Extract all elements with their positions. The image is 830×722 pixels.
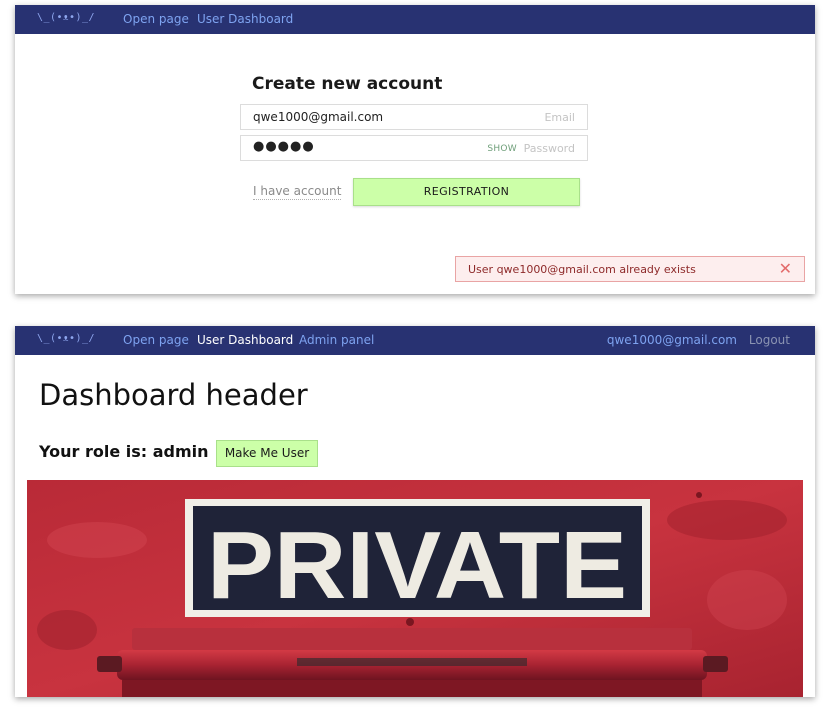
private-sign-text: PRIVATE — [207, 512, 627, 619]
password-value[interactable]: ●●●●● — [253, 139, 315, 154]
have-account-link[interactable]: I have account — [253, 184, 342, 200]
role-label: Your role is: admin — [39, 442, 209, 461]
registration-button[interactable]: REGISTRATION — [353, 178, 580, 206]
logout-link[interactable]: Logout — [749, 333, 790, 347]
dashboard-screen: \_(•ᴥ•)_/ Open page User Dashboard Admin… — [15, 326, 815, 697]
close-icon[interactable]: ✕ — [779, 259, 792, 278]
nav-link-open-page[interactable]: Open page — [123, 12, 189, 26]
dashboard-navbar: \_(•ᴥ•)_/ Open page User Dashboard Admin… — [15, 326, 815, 355]
form-title: Create new account — [252, 74, 443, 94]
password-label: Password — [523, 142, 575, 155]
email-value[interactable]: qwe1000@gmail.com — [253, 110, 383, 124]
site-logo[interactable]: \_(•ᴥ•)_/ — [37, 12, 95, 23]
nav-link-admin-panel[interactable]: Admin panel — [299, 333, 374, 347]
site-logo[interactable]: \_(•ᴥ•)_/ — [37, 333, 95, 344]
private-sign-image: PRIVATE — [27, 480, 803, 697]
nav-link-user-dashboard[interactable]: User Dashboard — [197, 333, 293, 347]
user-email-link[interactable]: qwe1000@gmail.com — [607, 333, 737, 347]
email-label: Email — [544, 111, 575, 124]
show-password-toggle[interactable]: SHOW — [487, 144, 517, 154]
page-title: Dashboard header — [39, 378, 308, 412]
make-me-user-button[interactable]: Make Me User — [216, 440, 318, 467]
top-navbar: \_(•ᴥ•)_/ Open page User Dashboard — [15, 5, 815, 34]
nav-link-user-dashboard[interactable]: User Dashboard — [197, 12, 293, 26]
error-alert: User qwe1000@gmail.com already exists ✕ — [455, 256, 805, 282]
nav-link-open-page[interactable]: Open page — [123, 333, 189, 347]
error-message: User qwe1000@gmail.com already exists — [468, 263, 696, 276]
password-field[interactable]: ●●●●● SHOW Password — [240, 135, 588, 161]
email-field[interactable]: qwe1000@gmail.com Email — [240, 104, 588, 130]
registration-screen: \_(•ᴥ•)_/ Open page User Dashboard Creat… — [15, 5, 815, 294]
